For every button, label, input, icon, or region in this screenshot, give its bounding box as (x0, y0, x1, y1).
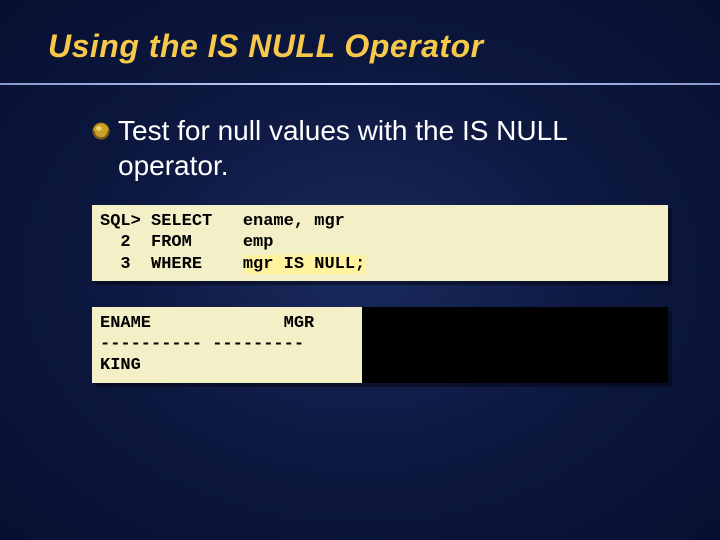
slide-title: Using the IS NULL Operator (48, 28, 672, 65)
result-header: ENAME MGR (100, 314, 314, 333)
code-l2-table: emp (243, 233, 274, 252)
bullet-item: Test for null values with the IS NULL op… (92, 113, 672, 183)
bullet-text: Test for null values with the IS NULL op… (118, 113, 672, 183)
code-l3-prompt: 3 WHERE (100, 255, 243, 274)
sql-query-text: SQL> SELECT ename, mgr 2 FROM emp 3 WHER… (92, 205, 668, 281)
code-l1-prompt: SQL> SELECT (100, 212, 243, 231)
result-row: KING (100, 356, 141, 375)
sql-query-block: SQL> SELECT ename, mgr 2 FROM emp 3 WHER… (92, 205, 668, 281)
sql-result-block: ENAME MGR ---------- --------- KING (92, 307, 668, 383)
code-l3-cond: mgr IS NULL; (243, 255, 365, 274)
code-l2-prompt: 2 FROM (100, 233, 243, 252)
slide: Using the IS NULL Operator Test for null… (0, 0, 720, 383)
code-l1-cols: ename, mgr (243, 212, 345, 231)
bullet-icon (92, 122, 110, 140)
result-sep: ---------- --------- (100, 335, 304, 354)
title-underline (0, 83, 720, 85)
sql-result-text: ENAME MGR ---------- --------- KING (92, 307, 362, 383)
